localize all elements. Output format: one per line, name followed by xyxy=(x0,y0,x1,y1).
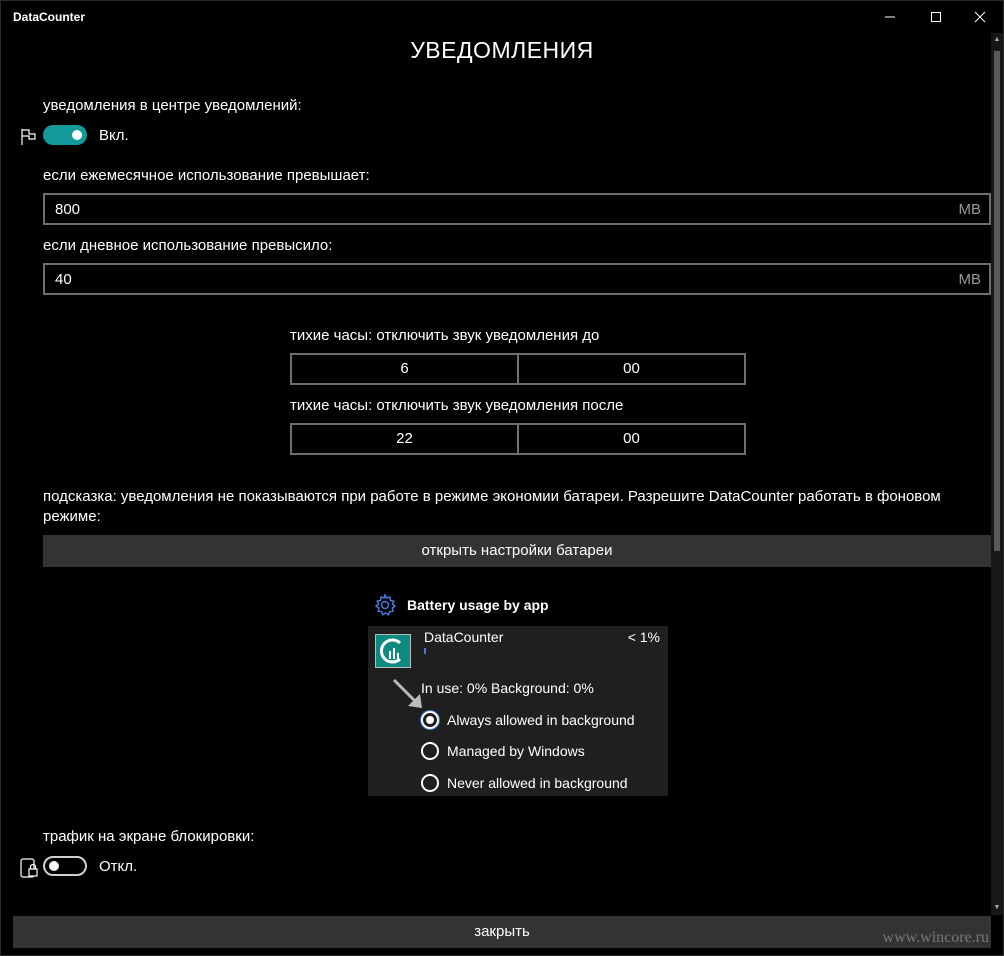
notifications-toggle[interactable] xyxy=(43,125,87,145)
daily-threshold-value: 40 xyxy=(55,271,72,288)
close-icon xyxy=(974,11,986,23)
scroll-down-icon[interactable]: ▼ xyxy=(991,901,1003,915)
toggle-knob xyxy=(72,130,82,140)
notifications-label: уведомления в центре уведомлений: xyxy=(43,97,302,114)
battery-percent: < 1% xyxy=(627,629,660,645)
toggle-knob xyxy=(49,861,59,871)
daily-threshold-label: если дневное использование превысило: xyxy=(43,237,333,254)
battery-usage-stats: In use: 0% Background: 0% xyxy=(421,680,594,696)
scroll-up-icon[interactable]: ▲ xyxy=(991,33,1003,47)
radio-label: Never allowed in background xyxy=(447,775,628,791)
quiet-hours-until-picker: 6 00 xyxy=(290,353,746,385)
datacounter-app-icon xyxy=(375,634,411,668)
battery-usage-header: Battery usage by app xyxy=(407,597,549,613)
battery-hint-text: подсказка: уведомления не показываются п… xyxy=(43,488,941,525)
open-battery-settings-button[interactable]: открыть настройки батареи xyxy=(43,535,991,567)
quiet-until-minute[interactable]: 00 xyxy=(517,355,744,383)
radio-button[interactable] xyxy=(421,711,439,729)
notifications-toggle-state: Вкл. xyxy=(99,127,129,144)
monthly-threshold-label: если ежемесячное использование превышает… xyxy=(43,167,370,184)
quiet-hours-until-label: тихие часы: отключить звук уведомления д… xyxy=(290,327,600,344)
page-title: УВЕДОМЛЕНИЯ xyxy=(410,37,594,63)
title-bar: DataCounter xyxy=(1,1,1003,33)
lock-screen-icon xyxy=(20,858,38,878)
radio-button[interactable] xyxy=(421,774,439,792)
maximize-icon xyxy=(931,12,941,22)
quiet-hours-after-label: тихие часы: отключить звук уведомления п… xyxy=(290,397,624,414)
maximize-button[interactable] xyxy=(913,1,959,33)
radio-label: Managed by Windows xyxy=(447,743,585,759)
gear-icon xyxy=(374,593,397,616)
quiet-until-hour[interactable]: 6 xyxy=(292,355,517,383)
app-title: DataCounter xyxy=(13,10,86,24)
radio-label: Always allowed in background xyxy=(447,712,635,728)
battery-app-name: DataCounter xyxy=(424,629,504,645)
close-button[interactable]: закрыть xyxy=(13,916,991,948)
monthly-unit: MB xyxy=(958,201,982,218)
daily-threshold-field[interactable]: 40 MB xyxy=(43,263,991,295)
lockscreen-label: трафик на экране блокировки: xyxy=(43,828,255,845)
close-window-button[interactable] xyxy=(957,1,1003,33)
quiet-hours-after-picker: 22 00 xyxy=(290,423,746,455)
flag-icon xyxy=(21,129,36,145)
quiet-after-hour[interactable]: 22 xyxy=(292,425,517,453)
battery-usage-bar xyxy=(424,648,426,654)
app-window: DataCounter УВЕДОМЛЕНИЯ ▲ ▼ уведомления … xyxy=(0,0,1004,956)
lockscreen-toggle-state: Откл. xyxy=(99,858,138,875)
battery-usage-panel: DataCounter < 1% In use: 0% Background: … xyxy=(368,626,668,796)
lockscreen-toggle[interactable] xyxy=(43,856,87,876)
radio-always-allowed[interactable]: Always allowed in background xyxy=(421,710,635,730)
monthly-threshold-field[interactable]: 800 MB xyxy=(43,193,991,225)
radio-never-allowed[interactable]: Never allowed in background xyxy=(421,773,628,793)
quiet-after-minute[interactable]: 00 xyxy=(517,425,744,453)
daily-unit: MB xyxy=(958,271,982,288)
radio-managed-by-windows[interactable]: Managed by Windows xyxy=(421,741,585,761)
minimize-icon xyxy=(885,16,895,18)
vertical-scrollbar[interactable]: ▲ ▼ xyxy=(991,33,1003,915)
minimize-button[interactable] xyxy=(867,1,913,33)
watermark: www.wincore.ru xyxy=(882,929,989,946)
scroll-thumb[interactable] xyxy=(994,51,1000,551)
radio-button[interactable] xyxy=(421,742,439,760)
monthly-threshold-value: 800 xyxy=(55,201,81,218)
